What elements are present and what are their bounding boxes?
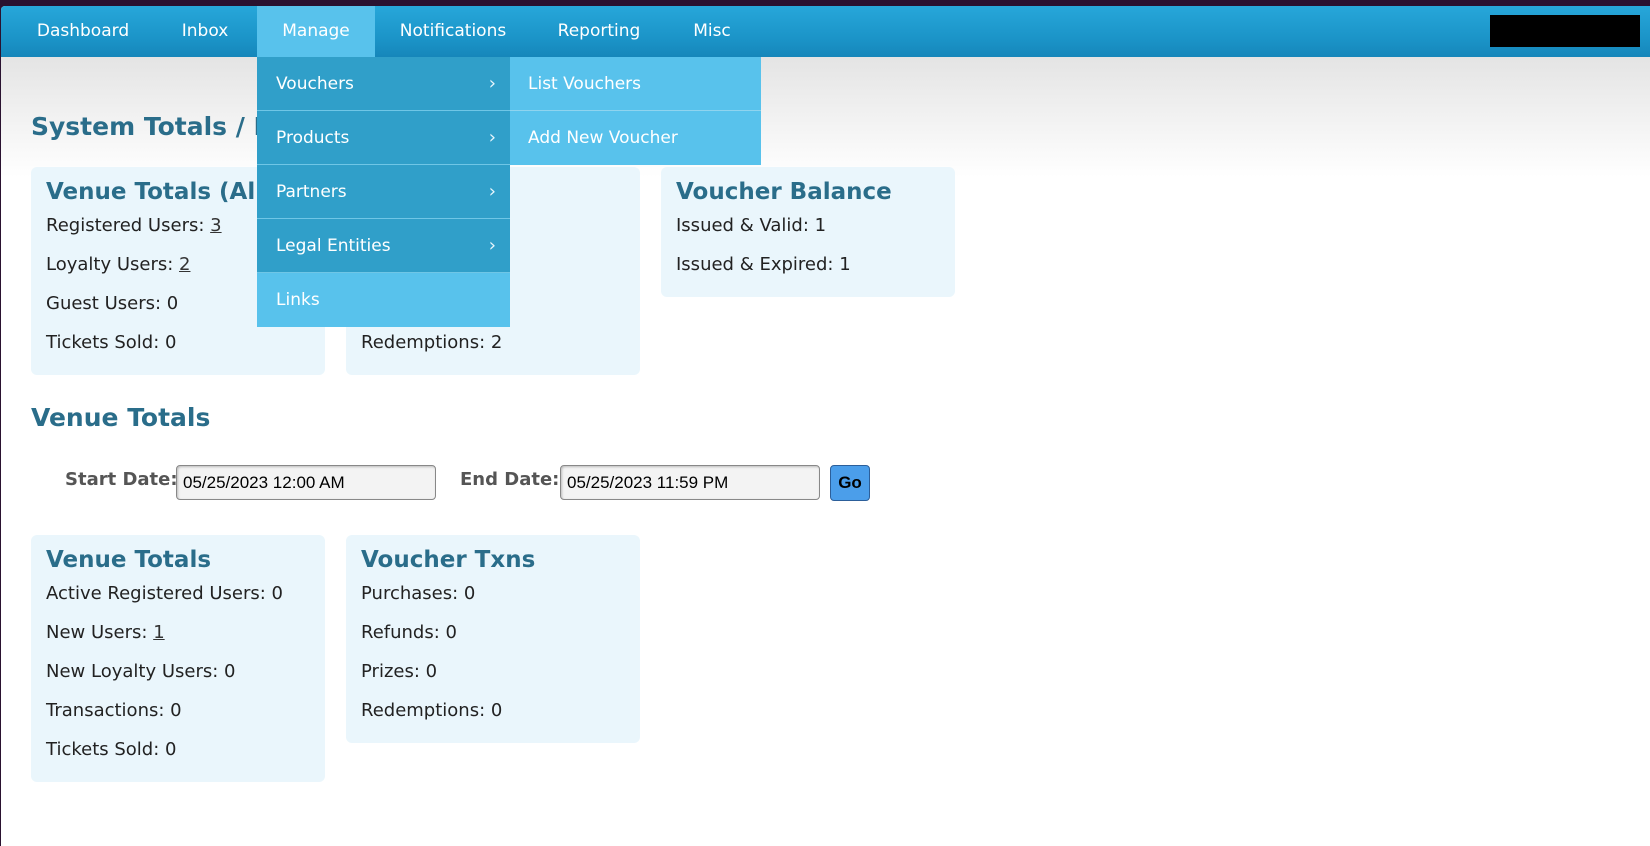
vouchers-submenu: List Vouchers Add New Voucher: [510, 57, 761, 165]
nav-dashboard[interactable]: Dashboard: [21, 6, 145, 57]
new-users-line: New Users: 1: [46, 622, 165, 643]
purchases-line: Purchases: 0: [361, 583, 476, 604]
registered-users-line: Registered Users: 3: [46, 215, 222, 236]
redemptions-line: Redemptions: 2: [361, 332, 503, 353]
start-date-input[interactable]: [176, 465, 436, 500]
card-title: Venue Totals: [46, 547, 212, 573]
submenu-add-new-voucher[interactable]: Add New Voucher: [510, 111, 761, 165]
menu-item-label: Products: [276, 128, 350, 148]
card-title: Voucher Txns: [361, 547, 536, 573]
nav-notifications[interactable]: Notifications: [385, 6, 521, 57]
manage-dropdown-menu: Vouchers › Products › Partners › Legal E…: [257, 57, 510, 327]
refunds-line: Refunds: 0: [361, 622, 457, 643]
voucher-txns-card: Voucher Txns Purchases: 0 Refunds: 0 Pri…: [346, 535, 640, 743]
redemptions-line: Redemptions: 0: [361, 700, 503, 721]
menu-item-label: Links: [276, 290, 320, 310]
loyalty-users-label: Loyalty Users:: [46, 254, 180, 275]
go-button[interactable]: Go: [830, 465, 870, 501]
submenu-list-vouchers[interactable]: List Vouchers: [510, 57, 761, 111]
menu-item-label: Vouchers: [276, 74, 354, 94]
end-date-input[interactable]: [560, 465, 820, 500]
top-nav: Dashboard Inbox Manage Notifications Rep…: [1, 6, 1650, 57]
menu-item-products[interactable]: Products ›: [257, 111, 510, 165]
new-users-label: New Users:: [46, 622, 154, 643]
chevron-right-icon: ›: [488, 127, 496, 148]
card-title: Voucher Balance: [676, 179, 892, 205]
end-date-label: End Date:: [460, 469, 560, 490]
tickets-sold-line: Tickets Sold: 0: [46, 332, 177, 353]
redacted-user-area: [1490, 15, 1640, 47]
voucher-balance-card: Voucher Balance Issued & Valid: 1 Issued…: [661, 167, 955, 297]
new-users-link[interactable]: 1: [153, 622, 164, 643]
menu-item-partners[interactable]: Partners ›: [257, 165, 510, 219]
nav-inbox[interactable]: Inbox: [159, 6, 251, 57]
app-window: Dashboard Inbox Manage Notifications Rep…: [1, 6, 1650, 846]
menu-item-label: Partners: [276, 182, 347, 202]
start-date-label: Start Date:: [65, 469, 178, 490]
prizes-line: Prizes: 0: [361, 661, 438, 682]
menu-item-label: Legal Entities: [276, 236, 391, 256]
transactions-line: Transactions: 0: [46, 700, 182, 721]
nav-reporting[interactable]: Reporting: [541, 6, 657, 57]
guest-users-line: Guest Users: 0: [46, 293, 179, 314]
active-registered-line: Active Registered Users: 0: [46, 583, 283, 604]
chevron-right-icon: ›: [488, 73, 496, 94]
menu-item-legal-entities[interactable]: Legal Entities ›: [257, 219, 510, 273]
tickets-sold-line: Tickets Sold: 0: [46, 739, 177, 760]
menu-item-links[interactable]: Links: [257, 273, 510, 327]
card-title: Venue Totals (All): [46, 179, 274, 205]
venue-totals-card: Venue Totals Active Registered Users: 0 …: [31, 535, 325, 782]
registered-users-link[interactable]: 3: [210, 215, 221, 236]
issued-valid-line: Issued & Valid: 1: [676, 215, 827, 236]
chevron-right-icon: ›: [488, 235, 496, 256]
chevron-right-icon: ›: [488, 181, 496, 202]
registered-users-label: Registered Users:: [46, 215, 211, 236]
nav-misc[interactable]: Misc: [671, 6, 753, 57]
issued-expired-line: Issued & Expired: 1: [676, 254, 851, 275]
new-loyalty-line: New Loyalty Users: 0: [46, 661, 236, 682]
venue-totals-heading: Venue Totals: [31, 403, 211, 432]
loyalty-users-line: Loyalty Users: 2: [46, 254, 190, 275]
nav-manage[interactable]: Manage: [257, 6, 375, 57]
loyalty-users-link[interactable]: 2: [179, 254, 190, 275]
system-totals-heading: System Totals / Pr: [31, 112, 285, 141]
menu-item-vouchers[interactable]: Vouchers ›: [257, 57, 510, 111]
